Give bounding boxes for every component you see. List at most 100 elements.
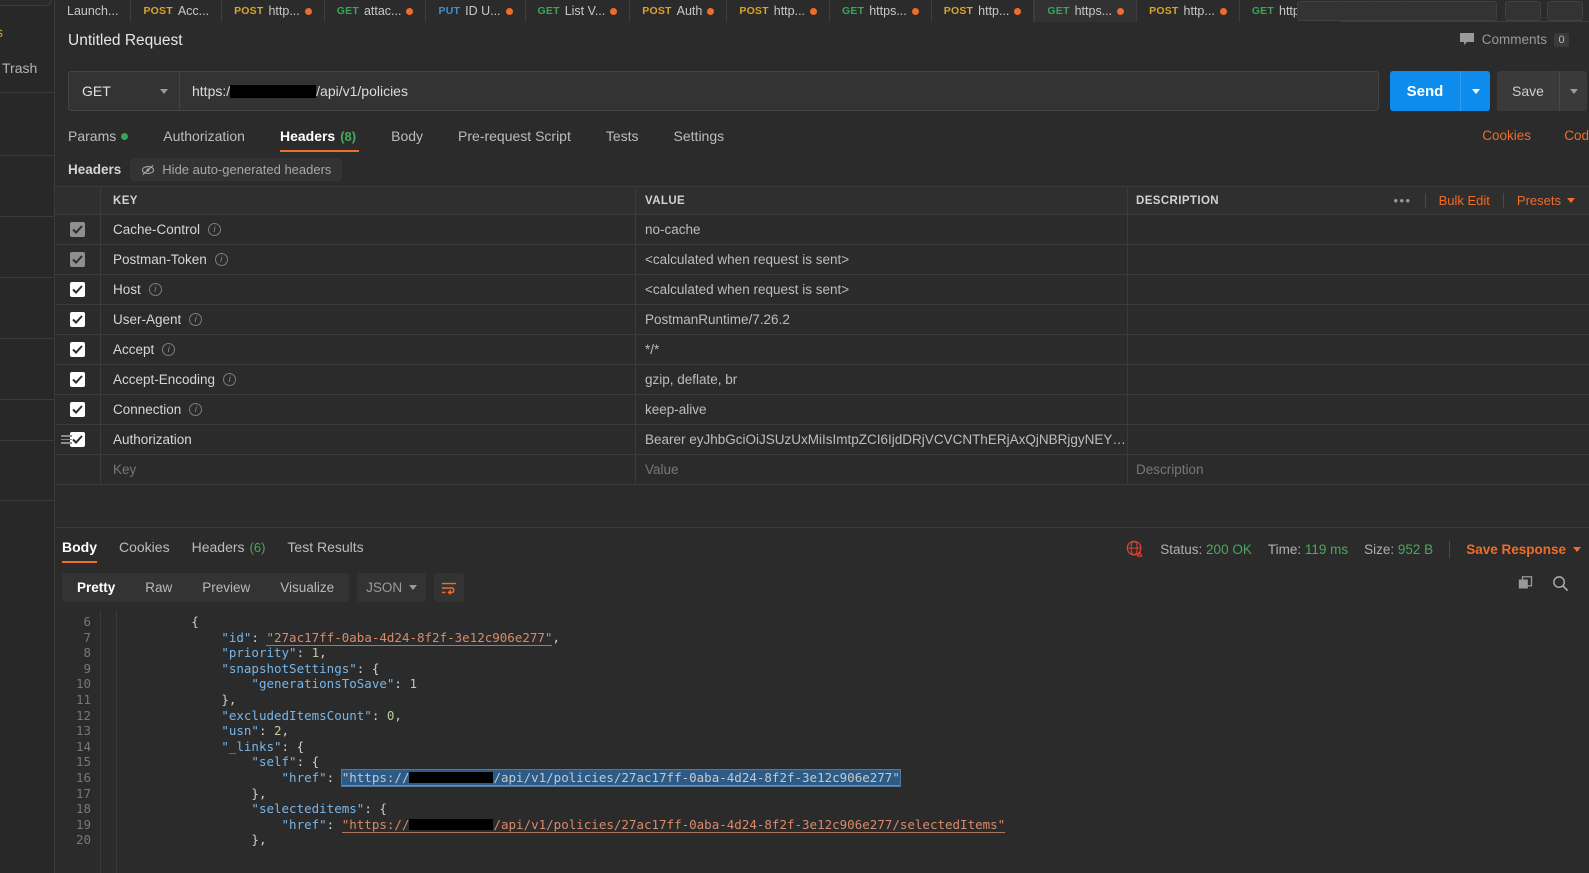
view-mode-pretty[interactable]: Pretty	[62, 573, 130, 602]
response-section-tabs[interactable]: Body Cookies Headers (6) Test Results	[62, 535, 386, 563]
header-description-cell[interactable]	[1128, 215, 1589, 244]
view-mode-preview[interactable]: Preview	[187, 573, 265, 602]
request-tab[interactable]: POST http...	[931, 0, 1035, 22]
request-tab-authorization[interactable]: Authorization	[163, 128, 264, 152]
response-tab-body[interactable]: Body	[62, 539, 97, 563]
send-options-button[interactable]	[1460, 71, 1490, 111]
view-mode-raw[interactable]: Raw	[130, 573, 187, 602]
hide-auto-generated-headers-button[interactable]: Hide auto-generated headers	[130, 158, 343, 181]
new-header-value-cell[interactable]: Value	[636, 455, 1128, 484]
request-tab-strip[interactable]: Launch... POST Acc... POST http... GET attac..…	[55, 0, 1589, 22]
view-mode-visualize[interactable]: Visualize	[265, 573, 349, 602]
environment-quick-look-icon[interactable]	[1505, 1, 1541, 21]
request-tab-headers[interactable]: Headers (8)	[279, 128, 375, 152]
header-value-cell[interactable]: */*	[636, 335, 1128, 364]
header-enabled-checkbox[interactable]	[70, 342, 85, 357]
request-tab-tests[interactable]: Tests	[606, 128, 658, 152]
header-enabled-checkbox[interactable]	[70, 312, 85, 327]
presets-button[interactable]: Presets	[1504, 193, 1579, 208]
response-tab-headers[interactable]: Headers (6)	[192, 539, 266, 563]
network-warning-icon[interactable]	[1126, 540, 1144, 558]
request-tab[interactable]: POST http...	[222, 0, 325, 22]
header-description-cell[interactable]	[1128, 305, 1589, 334]
selected-url-text[interactable]: "https:///api/v1/policies/27ac17ff-0aba-…	[340, 768, 901, 787]
request-tab[interactable]: PUT ID U...	[426, 0, 526, 22]
new-header-key-cell[interactable]: Key	[101, 455, 636, 484]
request-tab-params[interactable]: Params	[68, 128, 147, 152]
header-description-cell[interactable]	[1128, 245, 1589, 274]
header-value-cell[interactable]: PostmanRuntime/7.26.2	[636, 305, 1128, 334]
wrap-lines-button[interactable]	[434, 573, 465, 602]
header-value-cell[interactable]: <calculated when request is sent>	[636, 245, 1128, 274]
header-key-cell[interactable]: Host i	[101, 275, 636, 304]
response-tab-test-results[interactable]: Test Results	[287, 539, 363, 563]
header-key-cell[interactable]: Accept-Encoding i	[101, 365, 636, 394]
new-header-description-cell[interactable]: Description	[1128, 455, 1589, 484]
info-icon[interactable]: i	[223, 373, 237, 386]
settings-gear-icon[interactable]	[1547, 1, 1583, 21]
header-description-cell[interactable]	[1128, 275, 1589, 304]
info-icon[interactable]: i	[214, 253, 228, 266]
header-value-cell[interactable]: no-cache	[636, 215, 1128, 244]
table-row[interactable]: Accept i */*	[55, 335, 1589, 365]
request-tab-pre-request-script[interactable]: Pre-request Script	[458, 128, 590, 152]
response-view-mode-group[interactable]: Pretty Raw Preview Visualize	[62, 573, 350, 602]
request-tab[interactable]: POST Acc...	[131, 0, 223, 22]
header-enabled-checkbox[interactable]	[70, 252, 85, 267]
header-enabled-checkbox[interactable]	[70, 372, 85, 387]
header-enabled-checkbox[interactable]	[70, 282, 85, 297]
code-fold-column[interactable]	[101, 610, 117, 873]
request-tab[interactable]: POST http...	[1137, 0, 1240, 22]
request-tab[interactable]: Launch...	[55, 0, 132, 22]
header-enabled-checkbox[interactable]	[70, 432, 85, 447]
http-method-select[interactable]: GET	[68, 71, 179, 111]
header-key-cell[interactable]: Accept i	[101, 335, 636, 364]
table-row[interactable]: Cache-Control i no-cache	[55, 215, 1589, 245]
header-value-cell[interactable]: Bearer eyJhbGciOiJSUzUxMiIsImtpZCI6IjdDR…	[636, 425, 1128, 454]
header-description-cell[interactable]	[1128, 395, 1589, 424]
save-options-button[interactable]	[1559, 71, 1587, 111]
info-icon[interactable]: i	[189, 313, 203, 326]
bulk-edit-button[interactable]: Bulk Edit	[1426, 193, 1504, 208]
header-key-cell[interactable]: User-Agent i	[101, 305, 636, 334]
copy-icon[interactable]	[1518, 575, 1534, 592]
header-value-cell[interactable]: <calculated when request is sent>	[636, 275, 1128, 304]
response-format-select[interactable]: JSON	[357, 573, 427, 602]
send-button[interactable]: Send	[1390, 71, 1460, 111]
header-value-cell[interactable]: keep-alive	[636, 395, 1128, 424]
header-enabled-checkbox[interactable]	[70, 222, 85, 237]
info-icon[interactable]: i	[189, 403, 203, 416]
table-row[interactable]: Connection i keep-alive	[55, 395, 1589, 425]
table-row[interactable]: Authorization Bearer eyJhbGciOiJSUzUxMiIs…	[55, 425, 1589, 455]
response-tab-cookies[interactable]: Cookies	[119, 539, 170, 563]
response-body-code-viewer[interactable]: 6 7 8 9 10 11 12 13 14 15 16 17 18 19 20 { "id": "27ac…	[55, 610, 1589, 873]
info-icon[interactable]: i	[162, 343, 176, 356]
header-enabled-checkbox[interactable]	[70, 402, 85, 417]
search-icon[interactable]	[1552, 575, 1569, 592]
comments-button[interactable]: Comments 0	[1459, 32, 1569, 47]
request-section-tabs[interactable]: Params Authorization Headers (8) Body Pre-req…	[68, 124, 759, 152]
save-button[interactable]: Save	[1497, 71, 1559, 111]
request-tab[interactable]: POST Auth	[630, 0, 728, 22]
header-key-cell[interactable]: Postman-Token i	[101, 245, 636, 274]
request-tab[interactable]: POST http...	[727, 0, 831, 22]
header-description-cell[interactable]	[1128, 335, 1589, 364]
header-description-cell[interactable]	[1128, 365, 1589, 394]
sidebar-item-apis[interactable]: s	[0, 24, 3, 40]
table-row[interactable]: Postman-Token i <calculated when request i…	[55, 245, 1589, 275]
header-key-cell[interactable]: Authorization	[101, 425, 636, 454]
header-description-cell[interactable]	[1128, 425, 1589, 454]
info-icon[interactable]: i	[208, 223, 222, 236]
cookies-link[interactable]: Cookies	[1482, 128, 1531, 143]
request-tab[interactable]: GET attac...	[324, 0, 427, 22]
header-key-cell[interactable]: Cache-Control i	[101, 215, 636, 244]
request-tab-body[interactable]: Body	[391, 128, 442, 152]
headers-more-actions-icon[interactable]: •••	[1380, 193, 1426, 208]
code-link[interactable]: Cod	[1564, 128, 1589, 143]
sidebar-item-trash[interactable]: Trash	[2, 60, 37, 76]
save-response-button[interactable]: Save Response	[1466, 542, 1581, 557]
request-tab[interactable]: GET List V...	[525, 0, 631, 22]
code-content[interactable]: { "id": "27ac17ff-0aba-4d24-8f2f-3e12c90…	[117, 610, 1589, 873]
table-row[interactable]: Accept-Encoding i gzip, deflate, br	[55, 365, 1589, 395]
drag-handle-icon[interactable]	[61, 435, 72, 444]
